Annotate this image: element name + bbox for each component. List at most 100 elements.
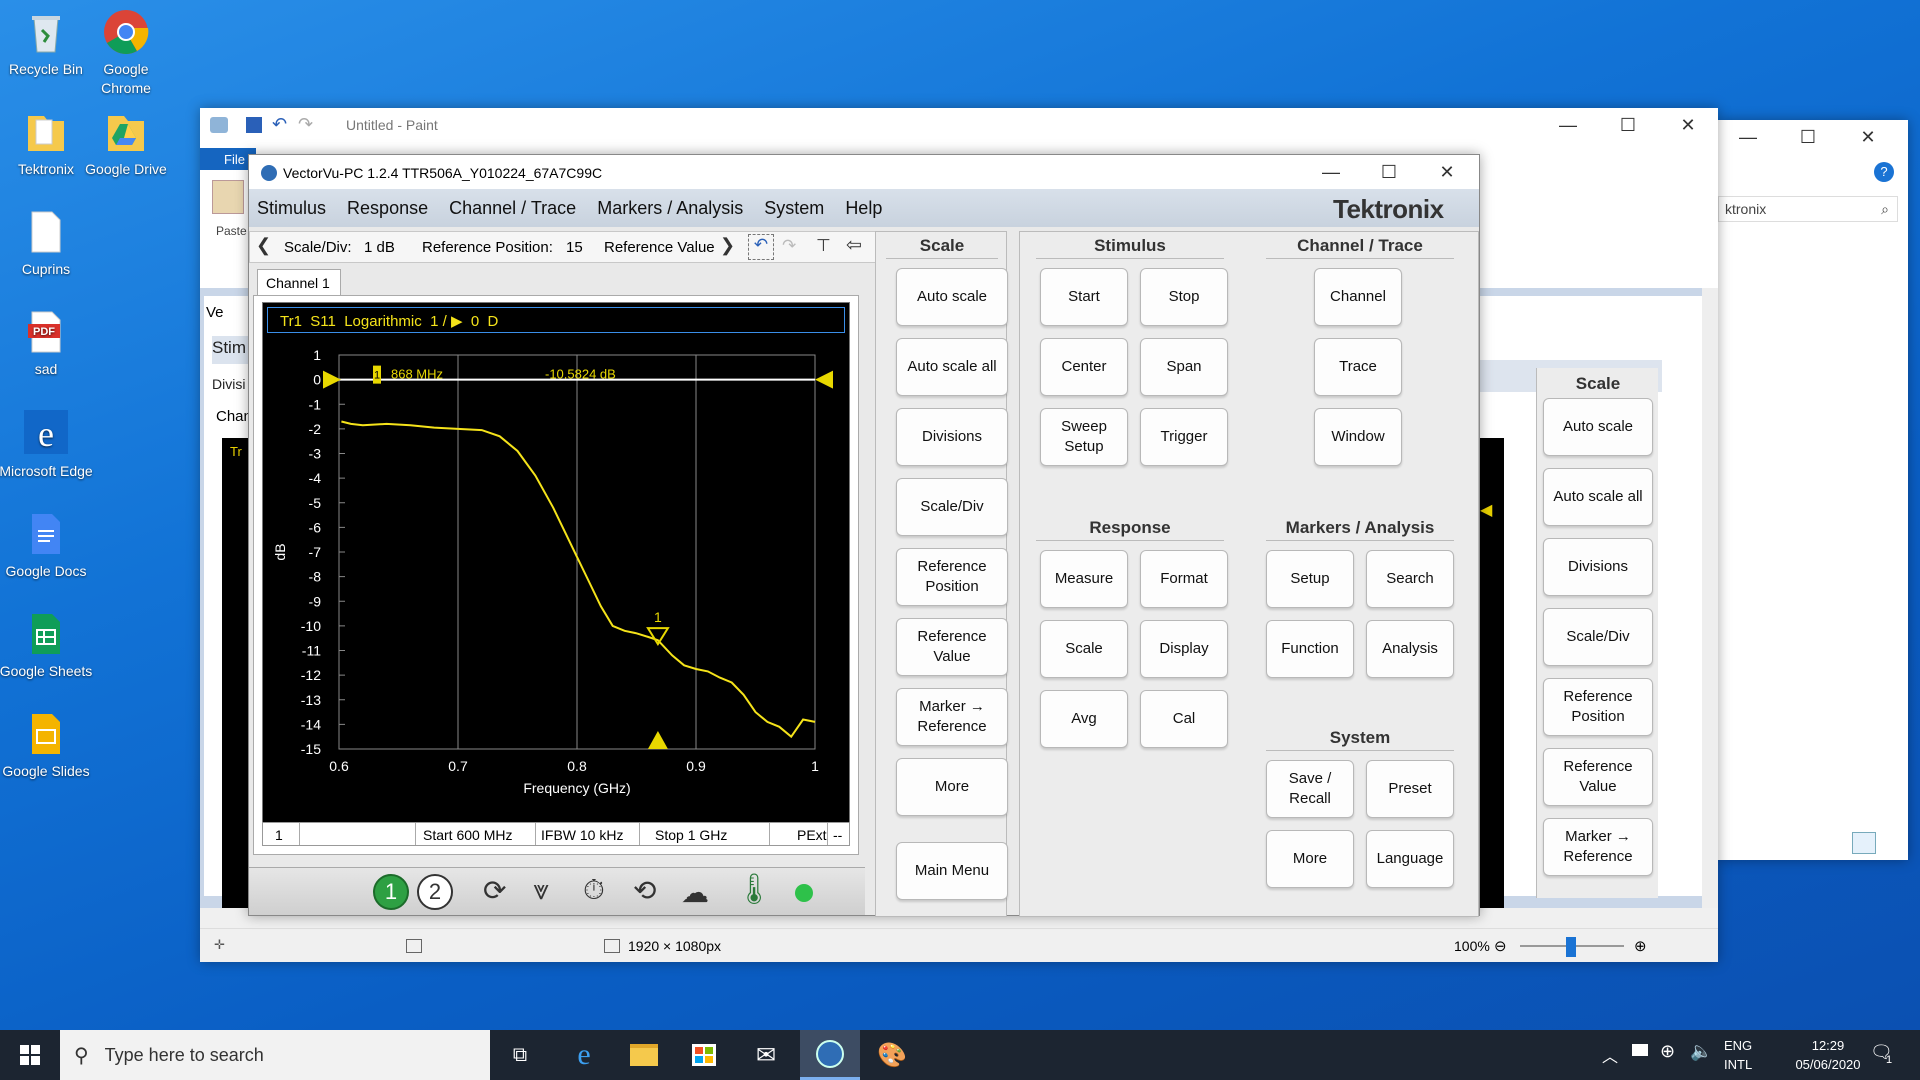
maximize-button[interactable]: ☐	[1598, 108, 1658, 142]
close-button[interactable]: ✕	[1838, 120, 1898, 154]
edge-taskbar-icon[interactable]: e	[554, 1030, 614, 1080]
ref-pos-value[interactable]: 15	[566, 239, 583, 256]
scroll-right-icon[interactable]: ❯	[720, 235, 735, 256]
cal-button[interactable]: Cal	[1140, 690, 1228, 748]
main-menu-button[interactable]: Main Menu	[896, 842, 1008, 900]
clock[interactable]: 12:29 05/06/2020	[1778, 1036, 1878, 1074]
zoom-thumb[interactable]	[1566, 937, 1576, 957]
details-view-icon[interactable]	[1852, 832, 1876, 854]
google-docs-shortcut[interactable]: Google Docs	[0, 510, 94, 581]
cuprins-file[interactable]: Cuprins	[0, 208, 94, 279]
stop-button[interactable]: Stop	[1140, 268, 1228, 326]
zoom-out-icon[interactable]: ⊖	[1494, 937, 1507, 955]
menu-response[interactable]: Response	[347, 198, 428, 218]
microsoft-edge-shortcut[interactable]: e Microsoft Edge	[0, 408, 94, 481]
minimize-button[interactable]: —	[1301, 155, 1361, 189]
span-button[interactable]: Span	[1140, 338, 1228, 396]
paint-taskbar-icon[interactable]: 🎨	[862, 1030, 922, 1080]
sad-pdf-file[interactable]: PDF sad	[0, 308, 94, 379]
tektronix-refresh-icon[interactable]: ⟲	[633, 874, 656, 907]
function-button[interactable]: Function	[1266, 620, 1354, 678]
minimize-button[interactable]: —	[1538, 108, 1598, 142]
s11-chart[interactable]: 0.6 0.7 0.8 0.9 1 1 0 -1 -2 -3 -4 -5 -6 -7 -8 -9 -10 -11 -…	[263, 337, 849, 825]
bg-auto-scale-all-button[interactable]: Auto scale all	[1543, 468, 1653, 526]
google-sheets-shortcut[interactable]: Google Sheets	[0, 610, 94, 681]
paste-icon[interactable]	[212, 180, 244, 214]
window-button[interactable]: Window	[1314, 408, 1402, 466]
maximize-button[interactable]: ☐	[1778, 120, 1838, 154]
file-explorer-icon[interactable]	[614, 1030, 674, 1080]
close-button[interactable]: ✕	[1417, 155, 1477, 189]
reference-value-button[interactable]: Reference Value	[896, 618, 1008, 676]
analysis-button[interactable]: Analysis	[1366, 620, 1454, 678]
trigger-button[interactable]: Trigger	[1140, 408, 1228, 466]
scroll-left-icon[interactable]: ❮	[256, 235, 271, 256]
channel-2-icon[interactable]: 2	[417, 874, 453, 910]
reference-position-button[interactable]: Reference Position	[896, 548, 1008, 606]
sweep-setup-button[interactable]: Sweep Setup	[1040, 408, 1128, 466]
undo-icon[interactable]: ↶	[748, 234, 774, 260]
trigger-timing-icon[interactable]: ⏱	[583, 874, 605, 907]
volume-icon[interactable]: 🔈	[1690, 1041, 1712, 1062]
maximize-button[interactable]: ☐	[1359, 155, 1419, 189]
menu-markers-analysis[interactable]: Markers / Analysis	[597, 198, 743, 218]
battery-icon[interactable]	[1632, 1044, 1648, 1056]
taskbar-search[interactable]: ⚲ Type here to search	[60, 1030, 490, 1080]
thermometer-icon[interactable]: 🌡	[735, 872, 773, 907]
language-indicator[interactable]: ENG INTL	[1724, 1036, 1752, 1074]
back-arrow-icon[interactable]: ⇦	[846, 234, 862, 257]
close-button[interactable]: ✕	[1658, 108, 1718, 142]
start-button[interactable]: Start	[1040, 268, 1128, 326]
zoom-in-icon[interactable]: ⊕	[1634, 937, 1647, 955]
google-drive-shortcut[interactable]: Google Drive	[78, 108, 174, 179]
setup-button[interactable]: Setup	[1266, 550, 1354, 608]
status-pext[interactable]: PExt	[797, 827, 827, 843]
cloud-icon[interactable]: ☁	[681, 876, 709, 909]
help-icon[interactable]: ?	[1874, 162, 1894, 182]
start-button[interactable]	[0, 1030, 60, 1080]
task-view-icon[interactable]: ⧉	[490, 1030, 550, 1080]
display-button[interactable]: Display	[1140, 620, 1228, 678]
tab-channel-1[interactable]: Channel 1	[257, 269, 341, 295]
minimize-button[interactable]: —	[1718, 120, 1778, 154]
menu-stimulus[interactable]: Stimulus	[257, 198, 326, 218]
redo-icon[interactable]: ↷	[298, 114, 313, 135]
bg-scale-div-button[interactable]: Scale/Div	[1543, 608, 1653, 666]
bg-divisions-button[interactable]: Divisions	[1543, 538, 1653, 596]
marker-reference-button[interactable]: Marker → Reference	[896, 688, 1008, 746]
more-button[interactable]: More	[896, 758, 1008, 816]
bg-auto-scale-button[interactable]: Auto scale	[1543, 398, 1653, 456]
google-chrome-shortcut[interactable]: Google Chrome	[78, 8, 174, 98]
vertical-scrollbar[interactable]	[1702, 288, 1718, 908]
center-button[interactable]: Center	[1040, 338, 1128, 396]
tiles-view-icon[interactable]	[1878, 832, 1902, 854]
measure-button[interactable]: Measure	[1040, 550, 1128, 608]
ref-value-label[interactable]: Reference Value	[604, 239, 715, 256]
google-slides-shortcut[interactable]: Google Slides	[0, 710, 94, 781]
bg-marker-reference-button[interactable]: Marker → Reference	[1543, 818, 1653, 876]
vectorvu-taskbar-icon[interactable]	[800, 1030, 860, 1080]
scale-div-value[interactable]: 1 dB	[364, 239, 395, 256]
menu-system[interactable]: System	[764, 198, 824, 218]
trace-header[interactable]: Tr1 S11 Logarithmic 1 / ▶ 0 D	[267, 307, 845, 333]
save-recall-button[interactable]: Save / Recall	[1266, 760, 1354, 818]
show-hidden-icons[interactable]: ︿	[1602, 1043, 1618, 1067]
status-ifbw[interactable]: IFBW 10 kHz	[541, 827, 623, 843]
menu-channel-trace[interactable]: Channel / Trace	[449, 198, 576, 218]
bg-reference-position-button[interactable]: Reference Position	[1543, 678, 1653, 736]
channel-1-icon[interactable]: 1	[373, 874, 409, 910]
menu-help[interactable]: Help	[845, 198, 882, 218]
panel-toggle-icon[interactable]: ⊤	[816, 236, 831, 256]
bg-reference-value-button[interactable]: Reference Value	[1543, 748, 1653, 806]
network-icon[interactable]: ⊕	[1660, 1041, 1675, 1062]
scale-div-button[interactable]: Scale/Div	[896, 478, 1008, 536]
auto-scale-all-button[interactable]: Auto scale all	[896, 338, 1008, 396]
mail-icon[interactable]: ✉	[736, 1030, 796, 1080]
divisions-button[interactable]: Divisions	[896, 408, 1008, 466]
search-button[interactable]: Search	[1366, 550, 1454, 608]
status-stop[interactable]: Stop 1 GHz	[655, 827, 727, 843]
format-button[interactable]: Format	[1140, 550, 1228, 608]
status-start[interactable]: Start 600 MHz	[423, 827, 512, 843]
trace-button[interactable]: Trace	[1314, 338, 1402, 396]
scale-button[interactable]: Scale	[1040, 620, 1128, 678]
